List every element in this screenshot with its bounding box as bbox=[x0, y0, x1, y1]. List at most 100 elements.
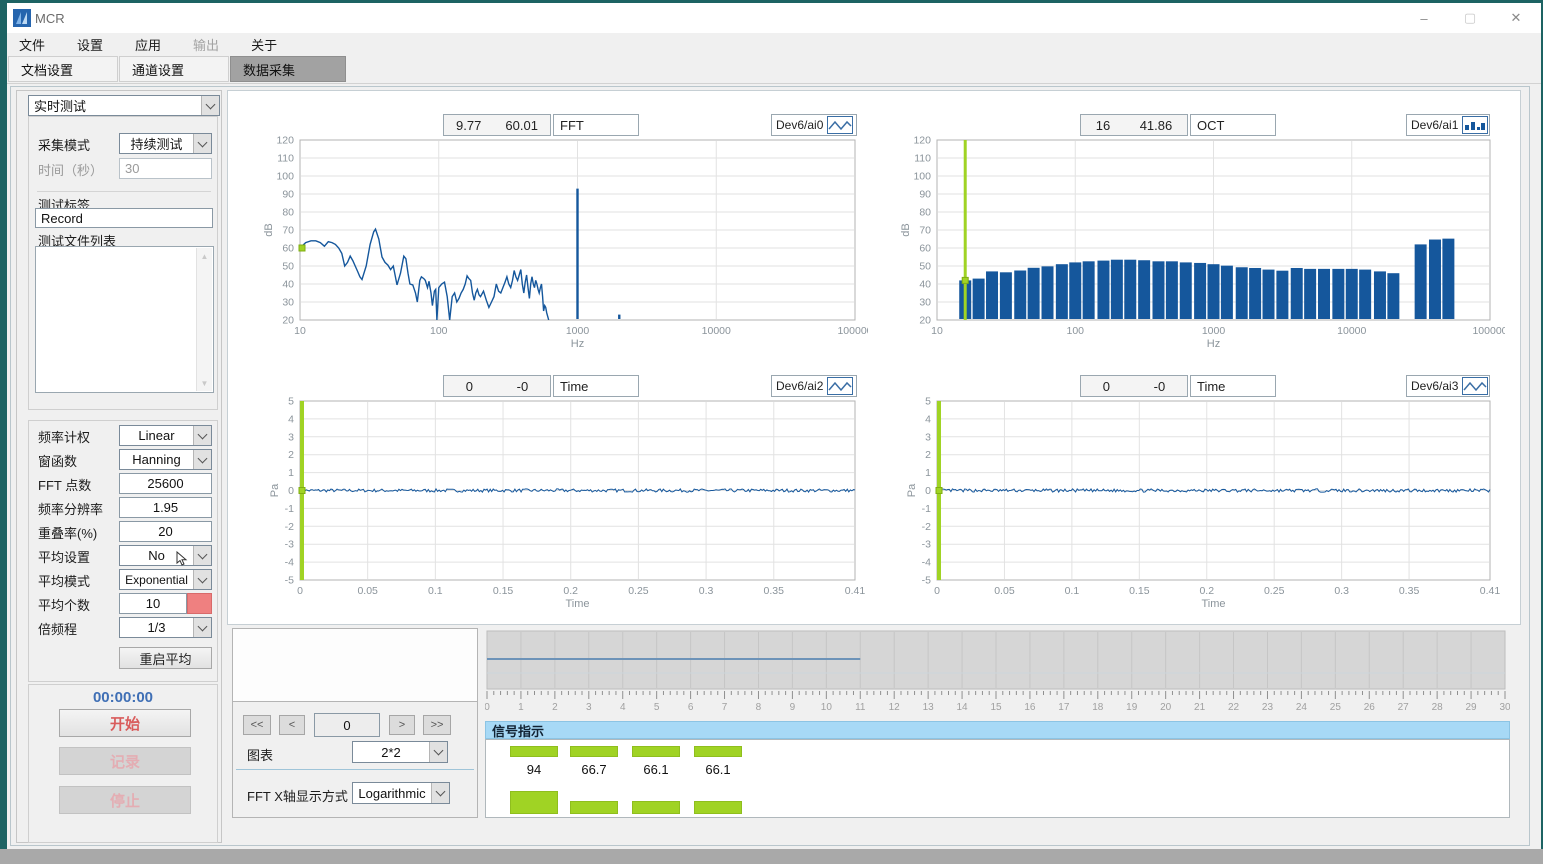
svg-text:dB: dB bbox=[900, 223, 912, 236]
scroll-down-icon[interactable]: ▼ bbox=[197, 375, 212, 391]
fft-points-label: FFT 点数 bbox=[38, 475, 91, 494]
svg-text:-2: -2 bbox=[285, 521, 294, 533]
tab-document-settings[interactable]: 文档设置 bbox=[8, 56, 118, 82]
pager-first-button[interactable]: << bbox=[243, 715, 271, 735]
fft-xaxis-mode-select[interactable]: Logarithmic bbox=[352, 782, 450, 804]
time2-chart-plot[interactable]: -5-4-3-2-101234500.050.10.150.20.250.30.… bbox=[238, 395, 868, 620]
time3-cursor-y: -0 bbox=[1154, 379, 1166, 394]
acquisition-mode-label: 采集模式 bbox=[38, 135, 90, 154]
svg-text:0.41: 0.41 bbox=[1480, 585, 1501, 597]
test-file-list[interactable]: ▲ ▼ bbox=[35, 246, 214, 393]
signal-status-bar bbox=[570, 801, 618, 814]
fft-points-input[interactable] bbox=[119, 473, 212, 494]
chevron-down-icon[interactable] bbox=[431, 783, 449, 803]
oct-chart-plot[interactable]: 2030405060708090100110120101001000100001… bbox=[875, 134, 1505, 362]
time2-channel-box[interactable]: Dev6/ai2 bbox=[771, 375, 857, 397]
chevron-down-icon[interactable] bbox=[193, 450, 211, 469]
overlap-input[interactable] bbox=[119, 521, 212, 542]
chevron-down-icon[interactable] bbox=[429, 742, 447, 762]
svg-text:20: 20 bbox=[919, 315, 931, 327]
svg-text:0: 0 bbox=[925, 485, 931, 497]
restart-average-button[interactable]: 重启平均 bbox=[119, 647, 212, 669]
svg-text:7: 7 bbox=[722, 702, 728, 713]
chevron-down-icon[interactable] bbox=[193, 618, 211, 637]
oct-channel-box[interactable]: Dev6/ai1 bbox=[1406, 114, 1490, 136]
record-timeline-strip[interactable]: 0123456789101112131415161718192021222324… bbox=[485, 630, 1510, 715]
svg-text:0.35: 0.35 bbox=[764, 585, 785, 597]
signal-indicator-header: 信号指示 bbox=[485, 721, 1510, 739]
chevron-down-icon[interactable] bbox=[193, 426, 211, 445]
maximize-button[interactable]: ▢ bbox=[1447, 3, 1493, 33]
svg-text:50: 50 bbox=[282, 261, 294, 273]
svg-text:20: 20 bbox=[1160, 702, 1172, 713]
svg-text:110: 110 bbox=[914, 153, 931, 165]
pager-prev-button[interactable]: < bbox=[279, 715, 305, 735]
menu-settings[interactable]: 设置 bbox=[65, 33, 115, 56]
test-tag-input[interactable] bbox=[35, 208, 213, 228]
svg-text:0.3: 0.3 bbox=[699, 585, 714, 597]
svg-text:30: 30 bbox=[282, 297, 294, 309]
start-button[interactable]: 开始 bbox=[59, 709, 191, 737]
svg-text:5: 5 bbox=[654, 702, 660, 713]
signal-value: 66.1 bbox=[694, 762, 742, 777]
window-func-select[interactable]: Hanning bbox=[119, 449, 212, 470]
svg-text:15: 15 bbox=[990, 702, 1002, 713]
svg-text:8: 8 bbox=[756, 702, 762, 713]
pager-last-button[interactable]: >> bbox=[423, 715, 451, 735]
minimize-button[interactable]: – bbox=[1401, 3, 1447, 33]
chevron-down-icon[interactable] bbox=[193, 134, 211, 153]
freq-weighting-value: Linear bbox=[120, 426, 193, 445]
chevron-down-icon[interactable] bbox=[193, 570, 211, 589]
svg-text:6: 6 bbox=[688, 702, 694, 713]
acquisition-mode-select[interactable]: 持续测试 bbox=[119, 133, 212, 154]
svg-text:0.1: 0.1 bbox=[428, 585, 443, 597]
close-button[interactable]: ✕ bbox=[1493, 3, 1539, 33]
listbox-scrollbar[interactable]: ▲ ▼ bbox=[196, 248, 212, 391]
menu-about[interactable]: 关于 bbox=[239, 33, 289, 56]
freq-resolution-input[interactable] bbox=[119, 497, 212, 518]
svg-text:100000: 100000 bbox=[1472, 325, 1505, 337]
freq-resolution-label: 频率分辨率 bbox=[38, 499, 103, 518]
svg-text:90: 90 bbox=[919, 189, 931, 201]
test-mode-select[interactable]: 实时测试 bbox=[28, 95, 220, 116]
svg-text:40: 40 bbox=[919, 279, 931, 291]
freq-weighting-select[interactable]: Linear bbox=[119, 425, 212, 446]
tab-data-acquisition[interactable]: 数据采集 bbox=[230, 56, 346, 82]
chevron-down-icon[interactable] bbox=[193, 546, 211, 565]
fft-chart-plot[interactable]: 2030405060708090100110120101001000100001… bbox=[238, 134, 868, 362]
svg-text:28: 28 bbox=[1432, 702, 1444, 713]
svg-text:26: 26 bbox=[1364, 702, 1376, 713]
analysis-settings-group: 频率计权 Linear 窗函数 Hanning FFT 点数 频率分辨率 重叠率… bbox=[28, 420, 218, 682]
svg-text:100: 100 bbox=[913, 171, 931, 183]
acquisition-mode-value: 持续测试 bbox=[120, 134, 193, 153]
menu-bar: 文件 设置 应用 输出 关于 bbox=[7, 33, 1541, 55]
svg-text:Pa: Pa bbox=[269, 483, 281, 497]
menu-application[interactable]: 应用 bbox=[123, 33, 173, 56]
time-seconds-label: 时间（秒） bbox=[38, 160, 103, 179]
time2-chart-title: Time bbox=[553, 375, 639, 397]
tab-channel-settings[interactable]: 通道设置 bbox=[119, 56, 229, 82]
time3-channel-box[interactable]: Dev6/ai3 bbox=[1406, 375, 1490, 397]
average-count-input[interactable] bbox=[119, 593, 187, 614]
svg-text:60: 60 bbox=[919, 243, 931, 255]
average-setting-select[interactable]: No bbox=[119, 545, 212, 566]
svg-text:4: 4 bbox=[288, 413, 294, 425]
chart-layout-select[interactable]: 2*2 bbox=[352, 741, 448, 763]
pager-next-button[interactable]: > bbox=[389, 715, 415, 735]
svg-text:1: 1 bbox=[288, 467, 294, 479]
average-mode-select[interactable]: Exponential bbox=[119, 569, 212, 590]
svg-text:120: 120 bbox=[913, 135, 931, 147]
pager-value[interactable]: 0 bbox=[314, 713, 380, 737]
chevron-down-icon[interactable] bbox=[201, 96, 219, 115]
average-mode-label: 平均模式 bbox=[38, 571, 90, 590]
scroll-up-icon[interactable]: ▲ bbox=[197, 248, 212, 264]
menu-file[interactable]: 文件 bbox=[7, 33, 57, 56]
window-border-bottom bbox=[0, 849, 1543, 864]
svg-text:3: 3 bbox=[288, 431, 294, 443]
fft-channel-box[interactable]: Dev6/ai0 bbox=[771, 114, 857, 136]
signal-level-bar bbox=[510, 746, 558, 757]
svg-text:30: 30 bbox=[919, 297, 931, 309]
svg-text:3: 3 bbox=[925, 431, 931, 443]
octave-select[interactable]: 1/3 bbox=[119, 617, 212, 638]
time3-chart-plot[interactable]: -5-4-3-2-101234500.050.10.150.20.250.30.… bbox=[875, 395, 1505, 620]
